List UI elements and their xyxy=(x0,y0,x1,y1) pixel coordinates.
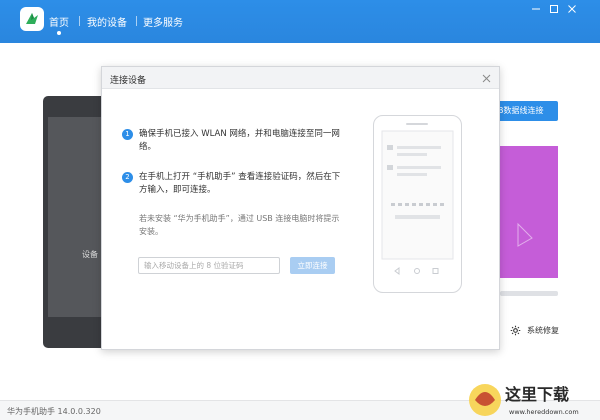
watermark-text: 这里下载 xyxy=(505,385,569,404)
usb-connect-button[interactable]: B数据线连接 xyxy=(490,101,558,121)
promo-card[interactable] xyxy=(500,146,558,278)
connect-device-dialog: 连接设备 1 确保手机已接入 WLAN 网络，并和电脑连接至同一网络。 2 在手… xyxy=(101,66,500,350)
connect-now-button[interactable]: 立即连接 xyxy=(290,257,335,274)
verification-code-input[interactable] xyxy=(138,257,280,274)
nav-separator xyxy=(136,16,137,26)
watermark-logo: 这里下载 www.hereddown.com xyxy=(465,372,600,420)
progress-track xyxy=(500,291,558,296)
title-bar: 首页 我的设备 更多服务 xyxy=(0,0,600,43)
step-number-badge: 1 xyxy=(122,129,133,140)
phone-outline-illustration xyxy=(373,115,462,293)
step-text: 在手机上打开 “手机助手” 查看连接验证码，然后在下方输入，即可连接。 xyxy=(139,172,341,195)
device-phone-screen xyxy=(48,117,108,317)
install-hint: 若未安装 “华为手机助手”，通过 USB 连接电脑时将提示安装。 xyxy=(139,214,340,236)
gear-icon xyxy=(510,325,521,336)
dialog-title: 连接设备 xyxy=(110,76,147,86)
step-number-badge: 2 xyxy=(122,172,133,183)
system-repair-label: 系统修复 xyxy=(527,326,559,335)
close-icon[interactable] xyxy=(565,2,579,16)
nav-active-indicator xyxy=(57,31,61,35)
dialog-close-icon[interactable] xyxy=(479,71,493,85)
watermark-url: www.hereddown.com xyxy=(509,408,579,416)
minimize-icon[interactable] xyxy=(529,2,543,16)
nav-more-services[interactable]: 更多服务 xyxy=(143,14,183,29)
app-logo-icon xyxy=(20,7,44,31)
nav-my-devices[interactable]: 我的设备 xyxy=(87,14,127,29)
step-text: 确保手机已接入 WLAN 网络，并和电脑连接至同一网络。 xyxy=(139,129,340,152)
dialog-header: 连接设备 xyxy=(102,67,499,89)
system-repair-button[interactable]: 系统修复 xyxy=(510,325,559,336)
step-2: 2 在手机上打开 “手机助手” 查看连接验证码，然后在下方输入，即可连接。 xyxy=(122,171,347,197)
maximize-icon[interactable] xyxy=(547,2,561,16)
step-1: 1 确保手机已接入 WLAN 网络，并和电脑连接至同一网络。 xyxy=(122,128,347,154)
version-label: 华为手机助手 14.0.0.320 xyxy=(7,407,101,416)
nav-separator xyxy=(79,16,80,26)
nav-home[interactable]: 首页 xyxy=(49,14,69,29)
device-label: 设备 xyxy=(82,250,98,259)
